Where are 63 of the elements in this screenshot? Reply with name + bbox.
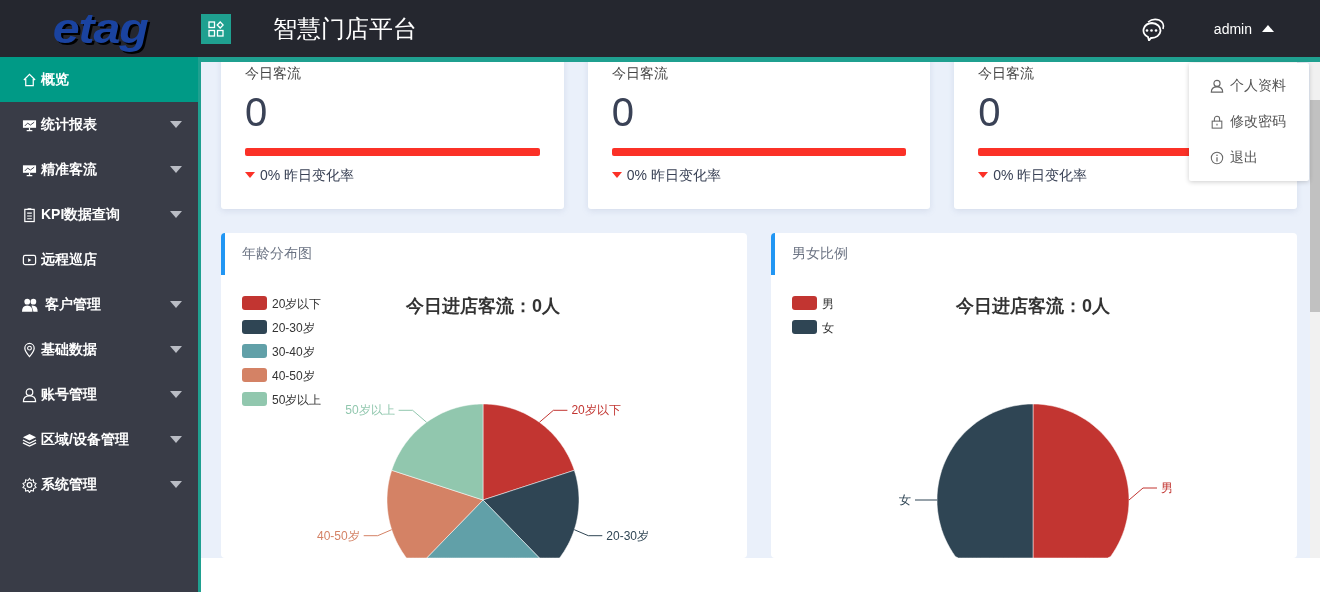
slice-label: 20岁以下 [571,403,621,418]
leader-line [573,529,603,537]
change-rate: 0% 昨日变化率 [260,166,355,184]
leader-line [363,529,393,537]
sidebar-item[interactable]: 系统管理 [0,462,198,507]
user-icon [1210,79,1224,93]
clipboard-icon [22,206,37,223]
legend-item[interactable]: 50岁以上 [242,392,322,407]
panel-title: 男女比例 [792,245,848,263]
legend-item[interactable]: 40-50岁 [242,368,315,383]
logo: etag [53,4,148,53]
slice-label: 50岁以上 [345,403,395,418]
location-pin-icon [22,341,37,358]
chart-title: 今日进店客流：0人 [406,296,560,316]
user-icon [22,386,37,403]
sidebar-item[interactable]: KPI数据查询 [0,192,198,237]
pie-slice[interactable] [482,470,580,558]
app-title: 智慧门店平台 [273,13,418,44]
leader-line [914,499,938,501]
sidebar-item[interactable]: 概览 [0,57,198,102]
chart-title: 今日进店客流：0人 [956,296,1110,316]
slice-label: 女 [899,493,911,507]
users-icon [22,296,41,313]
legend-item[interactable]: 30-40岁 [242,344,315,359]
sidebar-item[interactable]: 客户管理 [0,282,198,327]
change-rate: 0% 昨日变化率 [626,166,721,184]
sidebar-item[interactable]: 账号管理 [0,372,198,417]
pie-slice[interactable] [426,499,540,558]
legend-item[interactable]: 20岁以下 [242,296,322,311]
pie-slice[interactable] [1032,403,1130,558]
pie-slice[interactable] [936,403,1034,558]
sidebar-item[interactable]: 精准客流 [0,147,198,192]
stat-label: 今日客流 [978,64,1036,83]
stat-label: 今日客流 [611,64,669,83]
slice-label: 男 [1161,481,1173,495]
settings-icon [22,476,37,493]
apps-button[interactable] [201,13,231,44]
layers-icon [22,431,37,448]
lock-icon [1210,115,1224,129]
menu-item[interactable]: 退出 [1189,140,1309,176]
stat-label: 今日客流 [245,64,302,83]
leader-line [538,409,568,423]
menu-item[interactable]: 修改密码 [1189,104,1309,140]
sidebar-item[interactable]: 远程巡店 [0,237,198,282]
panel-title: 年龄分布图 [242,245,312,263]
leader-line [398,409,428,423]
slice-label: 20-30岁 [606,528,649,543]
user-menu-button[interactable]: admin [1213,20,1274,37]
sidebar-item[interactable]: 统计报表 [0,102,198,147]
sidebar-item[interactable]: 基础数据 [0,327,198,372]
sidebar-item[interactable]: 区域/设备管理 [0,417,198,462]
legend-item[interactable]: 20-30岁 [242,320,315,335]
change-rate: 0% 昨日变化率 [993,166,1088,184]
slice-label: 40-50岁 [317,528,360,543]
stat-value: 0 [245,89,268,135]
stat-value: 0 [611,89,634,135]
grid-icon [208,20,224,37]
stat-value: 0 [978,89,1001,135]
menu-item[interactable]: 个人资料 [1189,68,1309,104]
scrollbar[interactable] [1310,62,1320,558]
home-icon [22,71,37,88]
info-icon [1210,151,1224,165]
leader-line [1128,487,1158,501]
